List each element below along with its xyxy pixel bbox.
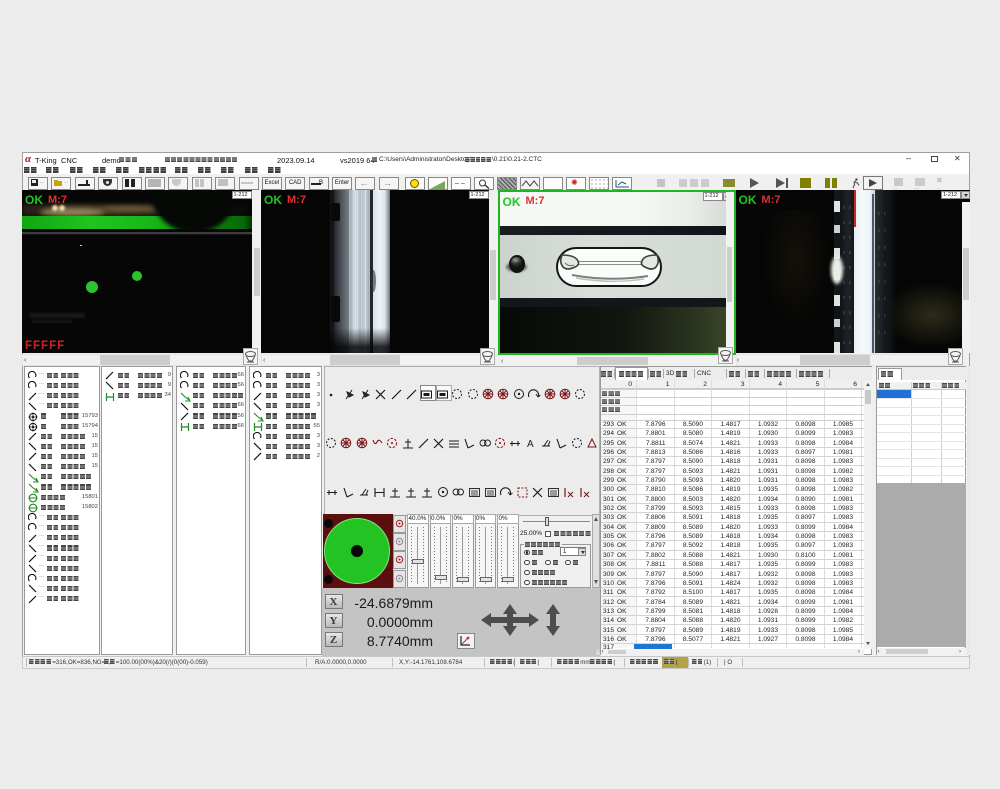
svg-text:A: A: [527, 439, 534, 450]
